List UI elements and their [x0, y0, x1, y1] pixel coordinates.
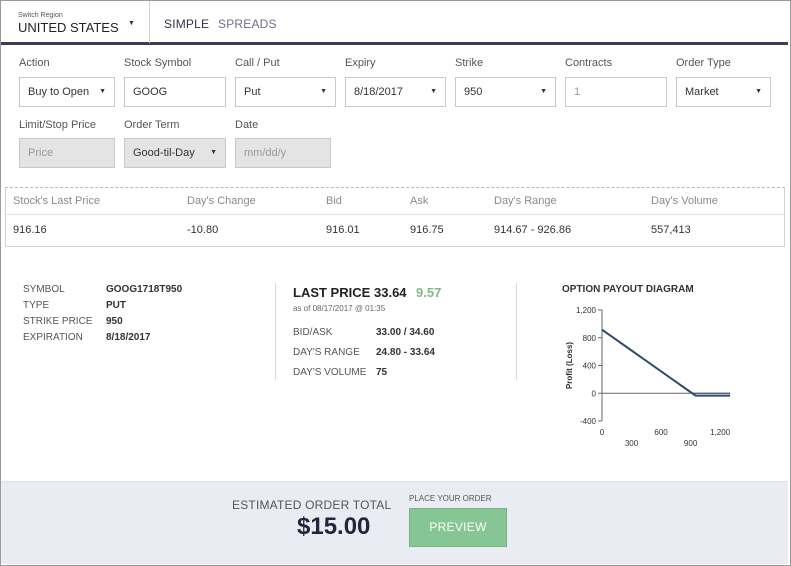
expiration-detail-value: 8/18/2017: [106, 332, 151, 343]
term-value: Good-til-Day: [133, 147, 195, 159]
expiry-value: 8/18/2017: [354, 86, 403, 98]
last-price-label: LAST PRICE: [293, 285, 371, 300]
chevron-down-icon: ▼: [755, 88, 762, 95]
x-tick-label: 1,200: [710, 428, 731, 437]
volume-label: DAY'S VOLUME: [293, 367, 367, 378]
header: Switch Region UNITED STATES ▼ SIMPLE SPR…: [1, 1, 788, 45]
divider: [6, 214, 784, 215]
type-detail-value: PUT: [106, 300, 126, 311]
strike-select[interactable]: 950 ▼: [455, 77, 556, 107]
x-tick-label: 300: [625, 439, 639, 448]
symbol-input[interactable]: GOOG: [124, 77, 226, 107]
symbol-value: GOOG: [133, 86, 168, 98]
table-cell: 914.67 - 926.86: [494, 224, 572, 236]
preview-button[interactable]: PREVIEW: [409, 508, 507, 547]
y-tick-label: 0: [592, 389, 597, 398]
strike-label: Strike: [455, 57, 484, 69]
table-cell: 916.75: [410, 224, 444, 236]
limit-price-input[interactable]: Price: [19, 138, 115, 168]
strike-detail-value: 950: [106, 316, 123, 327]
region-switcher[interactable]: Switch Region UNITED STATES: [18, 12, 148, 42]
range-value: 24.80 - 33.64: [376, 347, 435, 358]
term-label: Order Term: [124, 119, 180, 131]
payout-chart: 1,2008004000-40003006009001,200Profit (L…: [565, 306, 731, 448]
table-cell: 557,413: [651, 224, 691, 236]
action-select[interactable]: Buy to Open ▼: [19, 77, 115, 107]
table-header: Day's Volume: [651, 195, 718, 207]
ordertype-label: Order Type: [676, 57, 731, 69]
place-order-label: PLACE YOUR ORDER: [409, 494, 492, 503]
bidask-label: BID/ASK: [293, 327, 333, 338]
symbol-label: Stock Symbol: [124, 57, 192, 69]
range-label: DAY'S RANGE: [293, 347, 360, 358]
x-tick-label: 0: [600, 428, 605, 437]
date-input[interactable]: mm/dd/y: [235, 138, 331, 168]
estimated-total-value: $15.00: [297, 513, 371, 540]
table-cell: 916.16: [13, 224, 47, 236]
last-price-value: 33.64: [374, 285, 407, 300]
bidask-value: 33.00 / 34.60: [376, 327, 435, 338]
region-label: Switch Region: [18, 12, 63, 19]
strike-value: 950: [464, 86, 483, 98]
action-label: Action: [19, 57, 50, 69]
divider: [275, 283, 276, 380]
table-cell: -10.80: [187, 224, 219, 236]
order-footer: [1, 481, 788, 564]
callput-label: Call / Put: [235, 57, 280, 69]
y-tick-label: 400: [583, 362, 597, 371]
payout-line: [601, 328, 730, 397]
table-header: Day's Range: [494, 195, 557, 207]
strike-detail-label: STRIKE PRICE: [23, 316, 93, 327]
tab-spreads[interactable]: SPREADS: [218, 17, 277, 31]
divider: [516, 283, 517, 380]
y-tick-label: 1,200: [576, 306, 597, 315]
expiry-label: Expiry: [345, 57, 376, 69]
expiry-select[interactable]: 8/18/2017 ▼: [345, 77, 446, 107]
chevron-down-icon: ▼: [210, 149, 217, 156]
estimated-total-label: ESTIMATED ORDER TOTAL: [232, 498, 392, 512]
table-cell: 916.01: [326, 224, 360, 236]
date-label: Date: [235, 119, 259, 131]
x-tick-label: 900: [684, 439, 698, 448]
y-tick-label: 800: [583, 334, 597, 343]
table-header: Ask: [410, 195, 429, 207]
as-of-timestamp: as of 08/17/2017 @ 01:35: [293, 304, 386, 313]
action-value: Buy to Open: [28, 86, 90, 98]
y-tick-label: -400: [580, 417, 597, 426]
price-change: 9.57: [416, 285, 442, 300]
order-term-select[interactable]: Good-til-Day ▼: [124, 138, 226, 168]
header-divider: [149, 1, 150, 43]
ordertype-select[interactable]: Market ▼: [676, 77, 771, 107]
chart-title: OPTION PAYOUT DIAGRAM: [562, 284, 694, 295]
table-header: Bid: [326, 195, 342, 207]
limit-label: Limit/Stop Price: [19, 119, 97, 131]
contracts-input[interactable]: 1: [565, 77, 667, 107]
limit-placeholder: Price: [28, 147, 54, 159]
contracts-value: 1: [574, 86, 581, 98]
date-placeholder: mm/dd/y: [244, 147, 287, 159]
volume-value: 75: [376, 367, 388, 378]
chevron-down-icon: ▼: [540, 88, 547, 95]
chevron-down-icon: ▼: [320, 88, 327, 95]
contracts-label: Contracts: [565, 57, 613, 69]
table-header: Day's Change: [187, 195, 256, 207]
table-header: Stock's Last Price: [13, 195, 101, 207]
chevron-down-icon: ▼: [430, 88, 437, 95]
symbol-detail-value: GOOG1718T950: [106, 284, 183, 295]
expiration-detail-label: EXPIRATION: [23, 332, 83, 343]
callput-value: Put: [244, 86, 261, 98]
callput-select[interactable]: Put ▼: [235, 77, 336, 107]
ordertype-value: Market: [685, 86, 719, 98]
type-detail-label: TYPE: [23, 300, 50, 311]
chevron-down-icon: ▼: [99, 88, 106, 95]
symbol-detail-label: SYMBOL: [23, 284, 65, 295]
tab-simple[interactable]: SIMPLE: [164, 17, 209, 31]
quote-table: Stock's Last Price Day's Change Bid Ask …: [5, 187, 785, 247]
chevron-down-icon[interactable]: ▼: [128, 20, 135, 27]
x-tick-label: 600: [654, 428, 668, 437]
y-axis-label: Profit (Loss): [565, 342, 574, 389]
